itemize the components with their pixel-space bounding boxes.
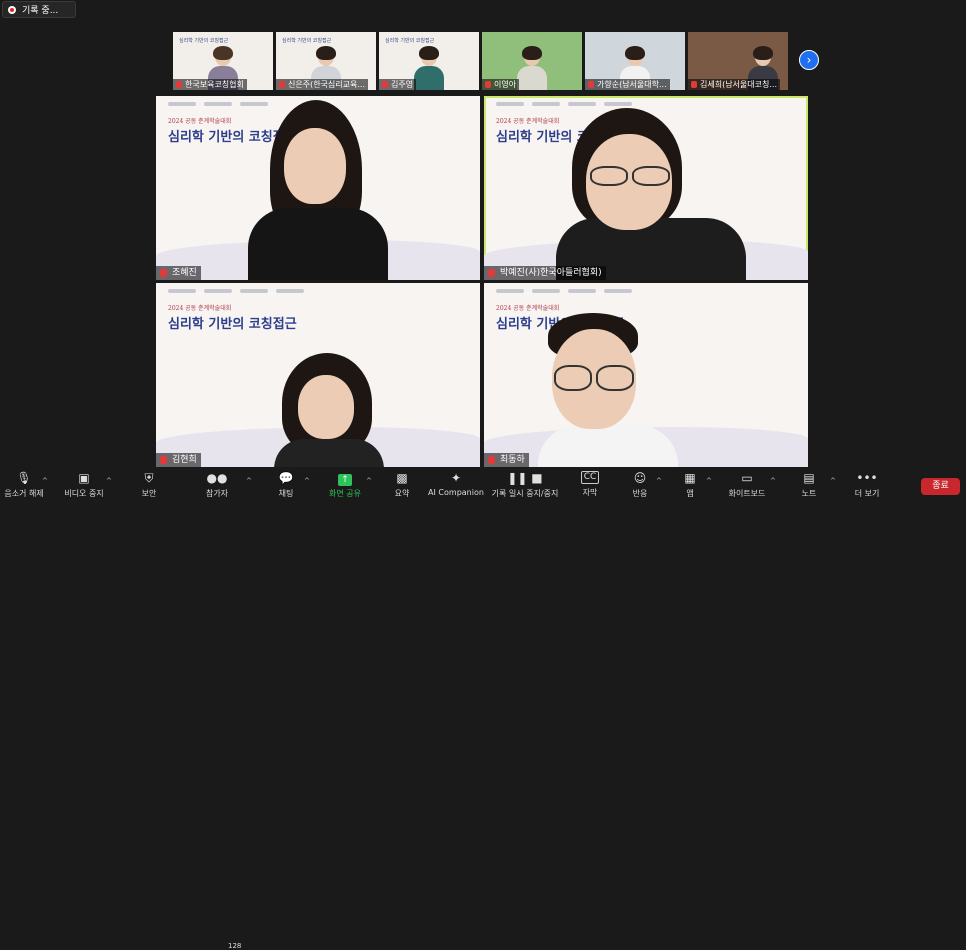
reactions-button[interactable]: ☺ 반응 [633, 471, 648, 499]
participant-name-label: 최동하 [484, 453, 529, 467]
recording-badge[interactable]: 기록 중... [2, 1, 76, 18]
slide-conference-label: 2024 공동 춘계학술대회 [168, 305, 232, 312]
participant-name-label: 김현희 [156, 453, 201, 467]
sparkle-icon: ✦ [450, 471, 462, 485]
chevron-up-icon[interactable]: ^ [304, 477, 310, 485]
participant-name-label: 신은주(한국심리교육... [276, 79, 368, 90]
share-screen-icon: ↑ [337, 474, 352, 486]
video-tile-active-speaker[interactable]: 2024 공동 춘계학술대회 심리학 기반의 코칭접근 박예진(사)한국아들러협… [484, 96, 808, 280]
apps-grid-icon: ▦ [684, 471, 696, 485]
participant-video [248, 100, 388, 280]
smiley-icon: ☺ [633, 471, 647, 485]
stop-video-button[interactable]: ▣ 비디오 중지 [64, 471, 103, 499]
thumbnail-tile[interactable]: 심리학 기반의 코칭접근 한국보육코칭협회 [173, 32, 273, 90]
participant-count: 128 [228, 942, 242, 950]
thumbnail-tile[interactable]: 심리학 기반의 코칭접근 신은주(한국심리교육... [276, 32, 376, 90]
chevron-up-icon[interactable]: ^ [106, 477, 112, 485]
thumbnail-slide-title: 심리학 기반의 코칭접근 [385, 38, 435, 44]
participant-video [538, 313, 678, 467]
slide-conference-label: 2024 공동 춘계학술대회 [496, 118, 560, 125]
summary-button[interactable]: ▩ 요약 [395, 471, 410, 499]
chevron-up-icon[interactable]: ^ [770, 477, 776, 485]
share-screen-button[interactable]: ↑ 화면 공유 [329, 471, 361, 499]
participant-name-label: 이영아 [482, 79, 520, 90]
document-icon: ▩ [396, 471, 408, 485]
participant-name-label: 조혜진 [156, 266, 201, 280]
participant-video [517, 46, 547, 90]
video-tile[interactable]: 2024 공동 춘계학술대회 심리학 기반의 코칭접근 최동하 [484, 283, 808, 467]
chevron-up-icon[interactable]: ^ [42, 477, 48, 485]
video-tile[interactable]: 2024 공동 춘계학술대회 심리학 기반의 코칭접근 조혜진 [156, 96, 480, 280]
participant-name-label: 가향순(남서울대학... [585, 79, 670, 90]
slide-conference-label: 2024 공동 춘계학술대회 [168, 118, 232, 125]
chevron-up-icon[interactable]: ^ [830, 477, 836, 485]
mic-muted-icon [279, 81, 285, 88]
chevron-up-icon[interactable]: ^ [366, 477, 372, 485]
mic-muted-icon [488, 456, 495, 464]
mic-muted-icon [160, 456, 167, 464]
mic-muted-icon [691, 81, 697, 88]
record-pause-stop-button[interactable]: ❚❚ ■ 기록 일시 중지/중지 [492, 471, 559, 499]
next-page-button[interactable]: › [799, 50, 819, 70]
chevron-up-icon[interactable]: ^ [246, 477, 252, 485]
more-button[interactable]: ••• 더 보기 [855, 471, 880, 499]
unmute-button[interactable]: 🎙 음소거 해제 [4, 471, 43, 499]
participants-icon: ●● [206, 471, 228, 485]
participant-name-label: 김주영 [379, 79, 417, 90]
participant-name-label: 한국보육코칭협회 [173, 79, 247, 90]
thumbnail-tile[interactable]: 심리학 기반의 코칭접근 김주영 [379, 32, 479, 90]
chevron-up-icon[interactable]: ^ [656, 477, 662, 485]
whiteboard-icon: ▭ [741, 471, 753, 485]
ai-companion-button[interactable]: ✦ AI Companion [428, 471, 484, 497]
apps-button[interactable]: ▦ 앱 [684, 471, 695, 499]
slide-logos [496, 102, 632, 106]
video-tile[interactable]: 2024 공동 춘계학술대회 심리학 기반의 코칭접근 김현희 [156, 283, 480, 467]
notes-icon: ▤ [803, 471, 815, 485]
end-meeting-button[interactable]: 종료 [921, 478, 960, 495]
mic-muted-icon [382, 81, 388, 88]
thumbnail-slide-title: 심리학 기반의 코칭접근 [179, 38, 229, 44]
chevron-up-icon[interactable]: ^ [706, 477, 712, 485]
participant-video [414, 46, 444, 90]
mic-muted-icon [588, 81, 594, 88]
recording-label: 기록 중... [22, 6, 59, 16]
thumbnail-tile[interactable]: 김세희(남서울대코칭... [688, 32, 788, 90]
chat-bubble-icon: 💬 [278, 471, 294, 485]
whiteboard-button[interactable]: ▭ 화이트보드 [729, 471, 766, 499]
participant-name-label: 김세희(남서울대코칭... [688, 79, 780, 90]
mic-muted-icon [176, 81, 182, 88]
shield-icon: ⛨ [144, 471, 154, 485]
thumbnail-tile[interactable]: 이영아 [482, 32, 582, 90]
pause-stop-icon: ❚❚ ■ [507, 471, 543, 485]
chat-button[interactable]: 💬 채팅 [279, 471, 294, 499]
thumbnail-slide-title: 심리학 기반의 코칭접근 [282, 38, 332, 44]
participant-video [556, 108, 746, 280]
cc-icon: CC [581, 471, 599, 484]
captions-button[interactable]: CC 자막 [581, 471, 599, 498]
slide-logos [168, 289, 304, 293]
mic-muted-icon [160, 269, 167, 277]
chevron-right-icon: › [806, 53, 812, 67]
security-button[interactable]: ⛨ 보안 [142, 471, 157, 499]
thumbnail-tile[interactable]: 가향순(남서울대학... [585, 32, 685, 90]
meeting-toolbar: 🎙 음소거 해제 ^ ▣ 비디오 중지 ^ ⛨ 보안 ●● 참가자 128 ^ 💬 채팅 … [0, 467, 966, 950]
slide-conference-label: 2024 공동 춘계학술대회 [496, 305, 560, 312]
more-dots-icon: ••• [856, 471, 878, 485]
participant-video [274, 353, 384, 467]
slide-title: 심리학 기반의 코칭접근 [168, 317, 297, 332]
microphone-muted-icon: 🎙 [16, 471, 32, 485]
mic-muted-icon [488, 269, 495, 277]
record-icon [8, 5, 16, 14]
mic-muted-icon [485, 81, 491, 88]
participants-button[interactable]: ●● 참가자 [206, 471, 228, 499]
participant-name-label: 박예진(사)한국아들러협회) [484, 266, 606, 280]
notes-button[interactable]: ▤ 노트 [802, 471, 817, 499]
slide-logos [496, 289, 632, 293]
video-camera-icon: ▣ [78, 471, 90, 485]
